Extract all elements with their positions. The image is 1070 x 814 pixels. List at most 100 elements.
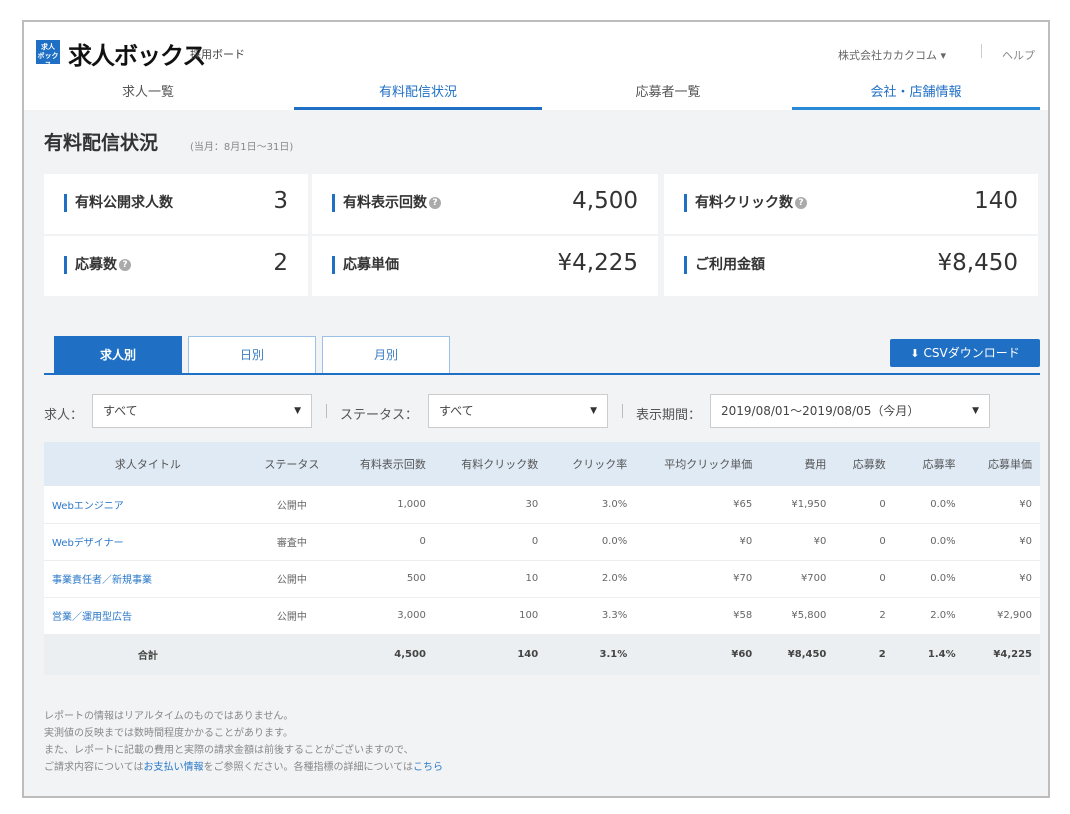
- chevron-down-icon: ▼: [294, 406, 301, 416]
- col-job-title[interactable]: 求人タイトル: [44, 442, 252, 486]
- col-applications[interactable]: 応募数: [834, 442, 894, 486]
- cell-impressions: 1,000: [332, 486, 434, 524]
- status-filter-label: ステータス：: [340, 408, 419, 423]
- table-row: 事業責任者／新規事業 公開中 500 10 2.0% ¥70 ¥700 0 0.…: [44, 560, 1040, 598]
- total-avg-cpc: ¥60: [635, 634, 761, 675]
- cell-cost-per-apply: ¥0: [963, 486, 1040, 524]
- metrics-detail-link[interactable]: こちら: [413, 762, 443, 773]
- cell-clicks: 100: [433, 597, 547, 635]
- stat-value: ¥8,450: [937, 250, 1018, 276]
- job-title-link[interactable]: 営業／運用型広告: [44, 597, 252, 635]
- total-cost: ¥8,450: [760, 634, 835, 675]
- report-table: 求人タイトル ステータス 有料表示回数 有料クリック数 クリック率 平均クリック…: [44, 442, 1040, 675]
- filter-bar: 求人： すべて ▼ ステータス： すべて ▼ 表示期間： 2019/08/01〜20…: [44, 394, 1040, 430]
- header-divider: [981, 44, 982, 58]
- col-apply-rate[interactable]: 応募率: [893, 442, 964, 486]
- report-notes: レポートの情報はリアルタイムのものではありません。 実測値の反映までは数時間程度…: [44, 708, 443, 776]
- cell-cost: ¥0: [760, 523, 835, 561]
- main-content: 有料配信状況 (当月：8月1日〜31日) 有料公開求人数 3 有料表示回数? 4…: [24, 110, 1048, 796]
- logo-icon[interactable]: 求人 ボックス: [36, 40, 60, 69]
- stat-applications: 応募数? 2: [44, 236, 308, 296]
- cell-impressions: 0: [332, 523, 434, 561]
- total-apply-rate: 1.4%: [893, 634, 964, 675]
- header: 求人 ボックス 求人ボックス 採用ボード 株式会社カカクコム ▾ ヘルプ: [24, 22, 1048, 80]
- col-impressions[interactable]: 有料表示回数: [332, 442, 434, 486]
- tab-by-month[interactable]: 月別: [322, 336, 450, 374]
- job-filter-label: 求人：: [44, 408, 84, 423]
- company-menu[interactable]: 株式会社カカクコム ▾: [838, 47, 946, 63]
- stat-label: 有料表示回数?: [332, 194, 441, 212]
- cell-cost: ¥1,950: [760, 486, 835, 524]
- tab-company-info[interactable]: 会社・店舗情報: [792, 78, 1040, 110]
- job-filter-select[interactable]: すべて ▼: [92, 394, 312, 428]
- col-avg-cpc[interactable]: 平均クリック単価: [635, 442, 761, 486]
- chevron-down-icon: ▼: [972, 406, 979, 416]
- cell-clicks: 30: [433, 486, 547, 524]
- tab-by-day[interactable]: 日別: [188, 336, 316, 374]
- logo-text[interactable]: 求人ボックス: [68, 36, 206, 71]
- cell-avg-cpc: ¥70: [635, 560, 761, 598]
- tab-by-job[interactable]: 求人別: [54, 336, 182, 374]
- tab-paid-delivery[interactable]: 有料配信状況: [294, 78, 542, 110]
- chevron-down-icon: ▼: [590, 406, 597, 416]
- main-nav: 求人一覧 有料配信状況 応募者一覧 会社・店舗情報: [24, 78, 1048, 110]
- cell-applications: 0: [834, 560, 894, 598]
- cell-applications: 2: [834, 597, 894, 635]
- cell-cost-per-apply: ¥2,900: [963, 597, 1040, 635]
- stat-label: 有料クリック数?: [684, 194, 807, 212]
- tabs-underline: [44, 373, 1040, 375]
- cell-clicks: 0: [433, 523, 547, 561]
- cell-status: 公開中: [251, 560, 333, 598]
- csv-download-button[interactable]: ⬇ CSVダウンロード: [890, 339, 1040, 367]
- app-frame: 求人 ボックス 求人ボックス 採用ボード 株式会社カカクコム ▾ ヘルプ 求人一覧…: [22, 20, 1050, 798]
- job-title-link[interactable]: Webデザイナー: [44, 523, 252, 561]
- table-row: Webエンジニア 公開中 1,000 30 3.0% ¥65 ¥1,950 0 …: [44, 486, 1040, 524]
- col-status[interactable]: ステータス: [251, 442, 333, 486]
- help-icon[interactable]: ?: [119, 259, 131, 271]
- cell-cost: ¥5,800: [760, 597, 835, 635]
- tab-applicants[interactable]: 応募者一覧: [544, 78, 792, 110]
- cell-cost: ¥700: [760, 560, 835, 598]
- help-icon[interactable]: ?: [795, 197, 807, 209]
- filter-divider: [622, 404, 623, 418]
- stat-label: 有料公開求人数: [64, 194, 173, 212]
- job-title-link[interactable]: 事業責任者／新規事業: [44, 560, 252, 598]
- total-status: [251, 634, 333, 675]
- stat-paid-impressions: 有料表示回数? 4,500: [312, 174, 658, 234]
- stat-label: ご利用金額: [684, 256, 765, 274]
- stat-total-spend: ご利用金額 ¥8,450: [664, 236, 1038, 296]
- cell-status: 審査中: [251, 523, 333, 561]
- col-clicks[interactable]: 有料クリック数: [433, 442, 547, 486]
- stat-value: 3: [273, 188, 288, 214]
- stat-cost-per-application: 応募単価 ¥4,225: [312, 236, 658, 296]
- total-clicks: 140: [433, 634, 547, 675]
- col-ctr[interactable]: クリック率: [546, 442, 636, 486]
- help-link[interactable]: ヘルプ: [1002, 47, 1035, 63]
- col-cost[interactable]: 費用: [760, 442, 835, 486]
- total-label: 合計: [44, 634, 252, 675]
- table-row: 営業／運用型広告 公開中 3,000 100 3.3% ¥58 ¥5,800 2…: [44, 597, 1040, 635]
- payment-info-link[interactable]: お支払い情報: [144, 762, 204, 773]
- total-applications: 2: [834, 634, 894, 675]
- table-total-row: 合計 4,500 140 3.1% ¥60 ¥8,450 2 1.4% ¥4,2…: [44, 634, 1040, 675]
- stat-label: 応募数?: [64, 256, 131, 274]
- note-line: 実測値の反映までは数時間程度かかることがあります。: [44, 728, 293, 739]
- tab-job-list[interactable]: 求人一覧: [24, 78, 272, 110]
- cell-impressions: 500: [332, 560, 434, 598]
- help-icon[interactable]: ?: [429, 197, 441, 209]
- page-period: (当月：8月1日〜31日): [190, 142, 294, 153]
- status-filter-select[interactable]: すべて ▼: [428, 394, 608, 428]
- stat-paid-clicks: 有料クリック数? 140: [664, 174, 1038, 234]
- period-filter-select[interactable]: 2019/08/01〜2019/08/05（今月） ▼: [710, 394, 990, 428]
- cell-cost-per-apply: ¥0: [963, 560, 1040, 598]
- cell-apply-rate: 0.0%: [893, 560, 964, 598]
- cell-ctr: 0.0%: [546, 523, 636, 561]
- cell-ctr: 3.3%: [546, 597, 636, 635]
- cell-apply-rate: 2.0%: [893, 597, 964, 635]
- table-row: Webデザイナー 審査中 0 0 0.0% ¥0 ¥0 0 0.0% ¥0: [44, 523, 1040, 561]
- cell-impressions: 3,000: [332, 597, 434, 635]
- view-tabs: 求人別 日別 月別: [54, 336, 454, 374]
- job-title-link[interactable]: Webエンジニア: [44, 486, 252, 524]
- cell-status: 公開中: [251, 486, 333, 524]
- col-cost-per-apply[interactable]: 応募単価: [963, 442, 1040, 486]
